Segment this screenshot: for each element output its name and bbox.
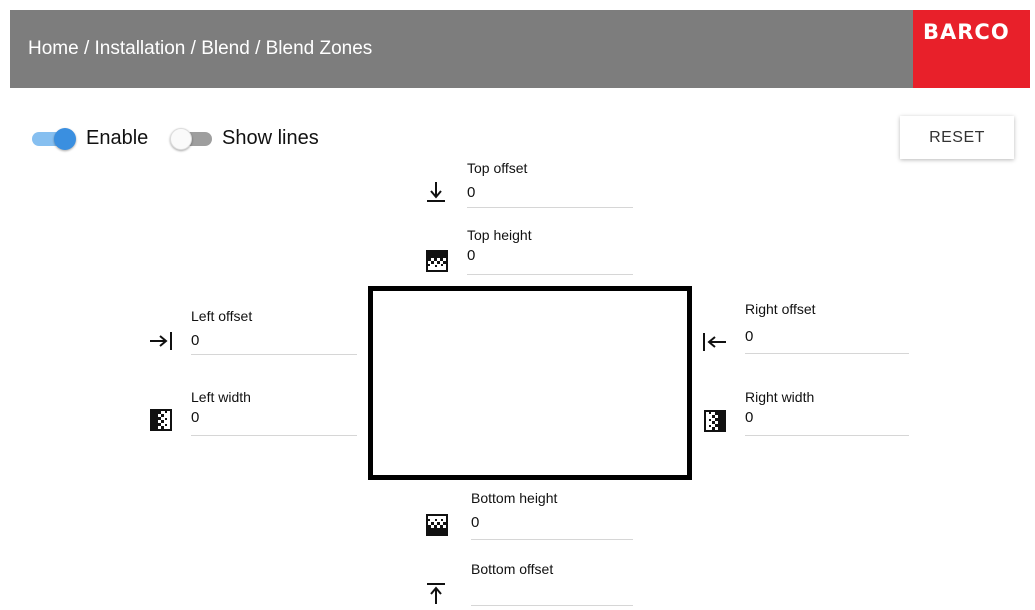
checker-gradient-icon (704, 410, 726, 432)
right-width-value[interactable]: 0 (745, 409, 753, 426)
checker-gradient-icon (426, 250, 448, 272)
bottom-height-field[interactable]: Bottom height 0 (471, 490, 633, 542)
arrow-left-from-line-icon (701, 331, 727, 353)
top-offset-underline (467, 207, 633, 208)
bottom-offset-label: Bottom offset (471, 561, 554, 577)
bottom-height-label: Bottom height (471, 490, 558, 506)
right-width-label: Right width (745, 389, 815, 405)
bottom-offset-underline (471, 605, 633, 606)
breadcrumb: Home / Installation / Blend / Blend Zone… (28, 38, 373, 59)
bottom-offset-field[interactable]: Bottom offset (471, 561, 633, 607)
enable-toggle[interactable] (32, 128, 80, 150)
show-lines-toggle-thumb (170, 128, 192, 150)
left-width-underline (191, 435, 357, 436)
reset-button[interactable]: RESET (900, 116, 1014, 159)
checker-gradient-icon (150, 409, 172, 431)
right-width-field[interactable]: Right width 0 (745, 389, 909, 439)
bottom-height-value[interactable]: 0 (471, 514, 479, 531)
left-width-label: Left width (191, 389, 251, 405)
left-offset-label: Left offset (191, 308, 253, 324)
top-height-label: Top height (467, 227, 532, 243)
top-offset-label: Top offset (467, 160, 528, 176)
top-offset-field[interactable]: Top offset 0 (467, 160, 633, 210)
header-bar: Home / Installation / Blend / Blend Zone… (10, 10, 1030, 88)
top-height-value[interactable]: 0 (467, 247, 475, 264)
left-width-field[interactable]: Left width 0 (191, 389, 357, 439)
left-offset-field[interactable]: Left offset 0 (191, 308, 357, 358)
arrow-right-to-line-icon (148, 330, 174, 352)
enable-label: Enable (86, 127, 149, 149)
top-height-field[interactable]: Top height 0 (467, 227, 633, 277)
left-width-value[interactable]: 0 (191, 409, 199, 426)
logo-text: BARCO (923, 20, 1010, 44)
arrow-down-to-line-icon (424, 180, 448, 204)
bottom-height-underline (471, 539, 633, 540)
right-offset-field[interactable]: Right offset 0 (745, 301, 909, 355)
show-lines-toggle[interactable] (170, 128, 218, 150)
top-offset-value[interactable]: 0 (467, 184, 475, 201)
right-offset-label: Right offset (745, 301, 816, 317)
left-offset-value[interactable]: 0 (191, 332, 199, 349)
right-width-underline (745, 435, 909, 436)
right-offset-underline (745, 353, 909, 354)
top-height-underline (467, 274, 633, 275)
checker-gradient-icon (426, 514, 448, 536)
right-offset-value[interactable]: 0 (745, 328, 753, 345)
enable-toggle-thumb (54, 128, 76, 150)
left-offset-underline (191, 354, 357, 355)
arrow-up-from-line-icon (424, 581, 448, 605)
show-lines-label: Show lines (222, 127, 319, 149)
projection-screen-rect (368, 286, 692, 480)
barco-logo: BARCO (913, 10, 1030, 88)
